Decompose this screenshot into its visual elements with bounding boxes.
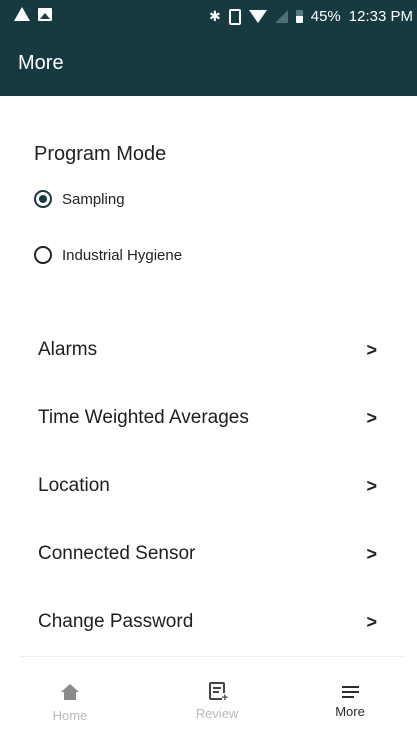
warning-icon xyxy=(14,7,30,21)
radio-label-industrial-hygiene: Industrial Hygiene xyxy=(62,246,183,264)
menu-item-location[interactable]: Location > xyxy=(0,452,417,520)
home-icon xyxy=(61,684,79,702)
review-icon: + xyxy=(209,682,228,704)
menu-icon xyxy=(341,686,359,698)
radio-unselected-icon[interactable] xyxy=(34,246,52,264)
menu-item-connected-sensor[interactable]: Connected Sensor > xyxy=(0,520,417,588)
radio-label-sampling: Sampling xyxy=(62,190,125,208)
nav-item-more[interactable]: More xyxy=(305,682,395,719)
menu-item-label: Time Weighted Averages xyxy=(38,407,249,428)
nav-label-home: Home xyxy=(52,708,88,723)
chevron-right-icon: > xyxy=(366,339,377,360)
menu-item-label: Change Password xyxy=(38,611,194,632)
nav-item-review[interactable]: + Review xyxy=(172,682,262,721)
bluetooth-icon: ✱ xyxy=(209,8,221,24)
image-icon xyxy=(38,7,52,21)
menu-item-label: Location xyxy=(38,475,110,496)
chevron-right-icon: > xyxy=(366,475,377,496)
menu-item-change-password[interactable]: Change Password > xyxy=(0,588,417,656)
radio-selected-icon[interactable] xyxy=(34,190,52,208)
settings-menu-list: Alarms > Time Weighted Averages > Locati… xyxy=(0,316,417,656)
chevron-right-icon: > xyxy=(366,543,377,564)
bottom-navigation: Home + Review More xyxy=(0,682,417,738)
status-left xyxy=(14,7,52,21)
vibrate-icon xyxy=(228,8,241,25)
more-screen: ✱ 45% 12:33 PM More Program Mode Samplin… xyxy=(0,0,417,738)
chevron-right-icon: > xyxy=(366,611,377,632)
radio-option-industrial-hygiene[interactable]: Industrial Hygiene xyxy=(34,246,182,264)
menu-item-alarms[interactable]: Alarms > xyxy=(0,316,417,384)
page-title: More xyxy=(18,52,64,74)
bottom-nav-divider xyxy=(20,656,405,657)
nav-item-home[interactable]: Home xyxy=(25,682,115,723)
menu-item-time-weighted-averages[interactable]: Time Weighted Averages > xyxy=(0,384,417,452)
battery-icon xyxy=(295,10,303,23)
nav-label-more: More xyxy=(335,704,365,719)
nav-label-review: Review xyxy=(195,706,239,721)
status-bar: ✱ 45% 12:33 PM xyxy=(0,0,417,34)
status-time: 12:33 PM xyxy=(348,8,413,25)
status-right: ✱ 45% 12:33 PM xyxy=(209,8,413,25)
menu-item-label: Alarms xyxy=(38,339,98,360)
wifi-icon xyxy=(248,10,267,23)
app-bar: ✱ 45% 12:33 PM More xyxy=(0,0,417,96)
menu-item-label: Connected Sensor xyxy=(38,543,196,564)
program-mode-title: Program Mode xyxy=(34,143,167,165)
battery-percent: 45% xyxy=(310,8,341,25)
radio-option-sampling[interactable]: Sampling xyxy=(34,190,125,208)
chevron-right-icon: > xyxy=(366,407,377,428)
signal-icon xyxy=(274,10,288,23)
